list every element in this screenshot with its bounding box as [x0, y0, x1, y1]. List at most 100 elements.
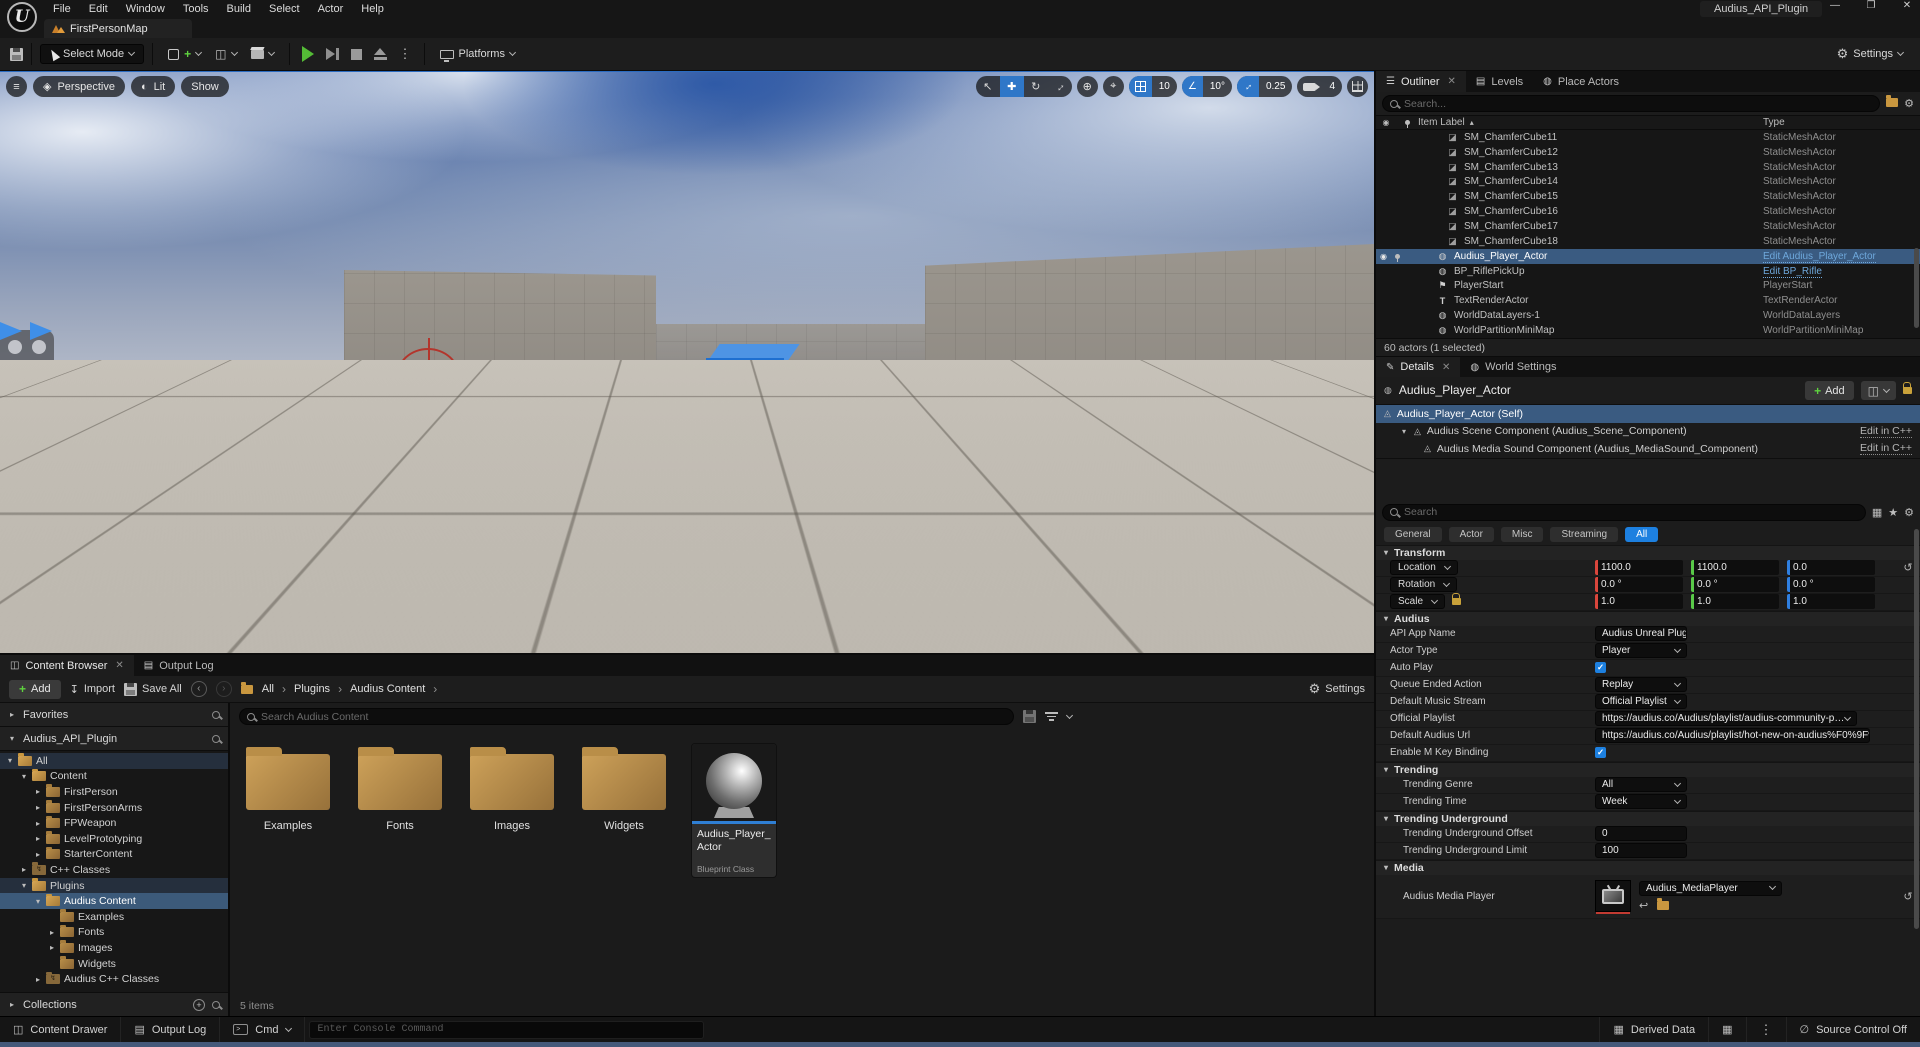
component-row[interactable]: ◬ Audius Media Sound Component (Audius_M… [1376, 440, 1920, 458]
tree-arrow-icon[interactable] [34, 803, 42, 812]
details-search-input[interactable] [1404, 506, 1858, 518]
content-search[interactable] [239, 708, 1014, 725]
output-log-button[interactable]: ▤ Output Log [121, 1017, 220, 1042]
favorites-star-icon[interactable]: ★ [1888, 506, 1898, 519]
filter-chevron-icon[interactable] [1066, 711, 1073, 718]
menu-item[interactable]: Select [260, 1, 309, 17]
menu-item[interactable]: Tools [174, 1, 218, 17]
tree-item[interactable]: Content [0, 769, 228, 785]
outliner-row[interactable]: SM_ChamferCube18 StaticMeshActor [1376, 234, 1920, 249]
source-control-button[interactable]: ∅ Source Control Off [1786, 1017, 1920, 1042]
forward-button[interactable]: › [216, 681, 232, 697]
use-selected-asset-icon[interactable]: ↩ [1639, 899, 1648, 912]
content-drawer-button[interactable]: ◫ Content Drawer [0, 1017, 121, 1042]
y-value-field[interactable]: 1100.0 [1691, 560, 1779, 575]
pin-column-icon[interactable] [1396, 117, 1418, 128]
console-command-box[interactable] [309, 1021, 704, 1039]
tree-arrow-icon[interactable] [48, 943, 56, 952]
outliner-row[interactable]: SM_ChamferCube14 StaticMeshActor [1376, 175, 1920, 190]
tree-arrow-icon[interactable] [20, 772, 28, 781]
add-component-button[interactable]: +Add [1805, 381, 1854, 400]
save-search-icon[interactable] [1023, 710, 1036, 723]
outliner-search-input[interactable] [1404, 98, 1872, 110]
scale-snap-control[interactable]: ↔ 0.25 [1237, 76, 1292, 97]
sort-by-item-label[interactable]: Item Label [1418, 117, 1465, 128]
outliner-row[interactable]: SM_ChamferCube11 StaticMeshActor [1376, 130, 1920, 145]
filter-button[interactable]: Actor [1449, 527, 1494, 542]
tree-item[interactable]: FirstPerson [0, 784, 228, 800]
tree-item[interactable]: Audius C++ Classes [0, 971, 228, 987]
text-field[interactable]: Audius Unreal Plugin [1595, 626, 1687, 641]
menu-item[interactable]: Window [117, 1, 174, 17]
search-icon[interactable] [212, 711, 220, 719]
y-value-field[interactable]: 1.0 [1691, 594, 1779, 609]
section-transform[interactable]: ▾Transform [1376, 545, 1920, 560]
menu-item[interactable]: Build [218, 1, 260, 17]
content-search-input[interactable] [261, 711, 1006, 723]
frame-skip-button[interactable] [326, 48, 339, 60]
tab-details[interactable]: ✎ Details✕ [1376, 357, 1460, 377]
tree-arrow-icon[interactable] [34, 787, 42, 796]
unreal-logo[interactable]: U [7, 2, 37, 32]
reset-to-default-icon[interactable]: ↺ [1903, 562, 1912, 574]
play-options-button[interactable]: ⋮ [399, 46, 412, 62]
details-lock-icon[interactable] [1903, 387, 1912, 394]
tree-arrow-icon[interactable] [48, 928, 56, 937]
content-browser-settings[interactable]: ⚙ Settings [1309, 681, 1365, 697]
background-tasks-button[interactable]: ▦ [1708, 1017, 1745, 1042]
axis-space-dropdown[interactable]: Location [1390, 560, 1458, 575]
stop-button[interactable] [351, 49, 362, 60]
tree-item[interactable]: Audius Content [0, 893, 228, 909]
outliner-row[interactable]: TextRenderActor TextRenderActor [1376, 293, 1920, 308]
menu-item[interactable]: Help [352, 1, 393, 17]
number-field[interactable]: 100 [1595, 843, 1687, 858]
breadcrumb-audius-content[interactable]: Audius Content [350, 683, 425, 695]
folder-tile[interactable]: Examples [244, 744, 332, 832]
cinematics-dropdown[interactable] [244, 46, 281, 63]
new-folder-icon[interactable] [1886, 98, 1898, 110]
component-row[interactable]: ◬ Audius Scene Component (Audius_Scene_C… [1376, 423, 1920, 441]
camera-speed-control[interactable]: 4 [1297, 76, 1342, 97]
menu-item[interactable]: Actor [309, 1, 353, 17]
section-audius[interactable]: ▾Audius [1376, 611, 1920, 626]
breadcrumb-plugins[interactable]: Plugins [294, 683, 330, 695]
maximize-button[interactable]: ❐ [1864, 0, 1878, 11]
outliner-row[interactable]: WorldDataLayers-1 WorldDataLayers [1376, 308, 1920, 323]
tree-arrow-icon[interactable] [34, 850, 42, 859]
tree-arrow-icon[interactable] [6, 756, 14, 765]
tree-item[interactable]: All [0, 753, 228, 769]
derived-data-button[interactable]: ▦ Derived Data [1599, 1017, 1708, 1042]
folder-tile[interactable]: Widgets [580, 744, 668, 832]
tab-output-log[interactable]: ▤ Output Log [134, 655, 224, 676]
breadcrumb-all[interactable]: All [262, 683, 274, 695]
menu-item[interactable]: Edit [80, 1, 117, 17]
search-icon[interactable] [212, 735, 220, 743]
move-tool[interactable]: ✚ [1000, 76, 1024, 97]
axis-space-dropdown[interactable]: Scale [1390, 594, 1445, 609]
filter-button[interactable]: All [1625, 527, 1658, 542]
section-trending[interactable]: ▾Trending [1376, 762, 1920, 777]
browse-to-asset-icon[interactable] [1657, 901, 1669, 910]
scale-lock-icon[interactable] [1452, 598, 1461, 605]
outliner-row[interactable]: SM_ChamferCube12 StaticMeshActor [1376, 145, 1920, 160]
viewport-menu-button[interactable]: ≡ [6, 76, 27, 97]
visibility-eye-icon[interactable]: ◉ [1380, 252, 1387, 261]
filter-icon[interactable] [1045, 712, 1058, 721]
media-player-thumbnail[interactable] [1595, 880, 1631, 912]
play-button[interactable] [302, 46, 314, 62]
rotate-tool[interactable]: ↻ [1024, 76, 1048, 97]
tree-item[interactable]: Examples [0, 909, 228, 925]
reset-to-default-icon[interactable]: ↺ [1903, 891, 1912, 903]
tree-arrow-icon[interactable] [34, 819, 42, 828]
filter-button[interactable]: Misc [1501, 527, 1544, 542]
dropdown[interactable]: Player [1595, 643, 1687, 658]
dropdown[interactable]: All [1595, 777, 1687, 792]
outliner-row[interactable]: ◉ Audius_Player_Actor Edit Audius_Player… [1376, 249, 1920, 264]
close-button[interactable]: ✕ [1900, 0, 1914, 11]
transform-gizmo[interactable] [568, 424, 718, 524]
blueprints-dropdown[interactable]: ◫ [208, 43, 243, 65]
menu-item[interactable]: File [44, 1, 80, 17]
notifications-button[interactable]: ⋮ [1746, 1017, 1786, 1042]
grid-snap-control[interactable]: 10 [1129, 76, 1177, 97]
search-icon[interactable] [212, 1001, 220, 1009]
